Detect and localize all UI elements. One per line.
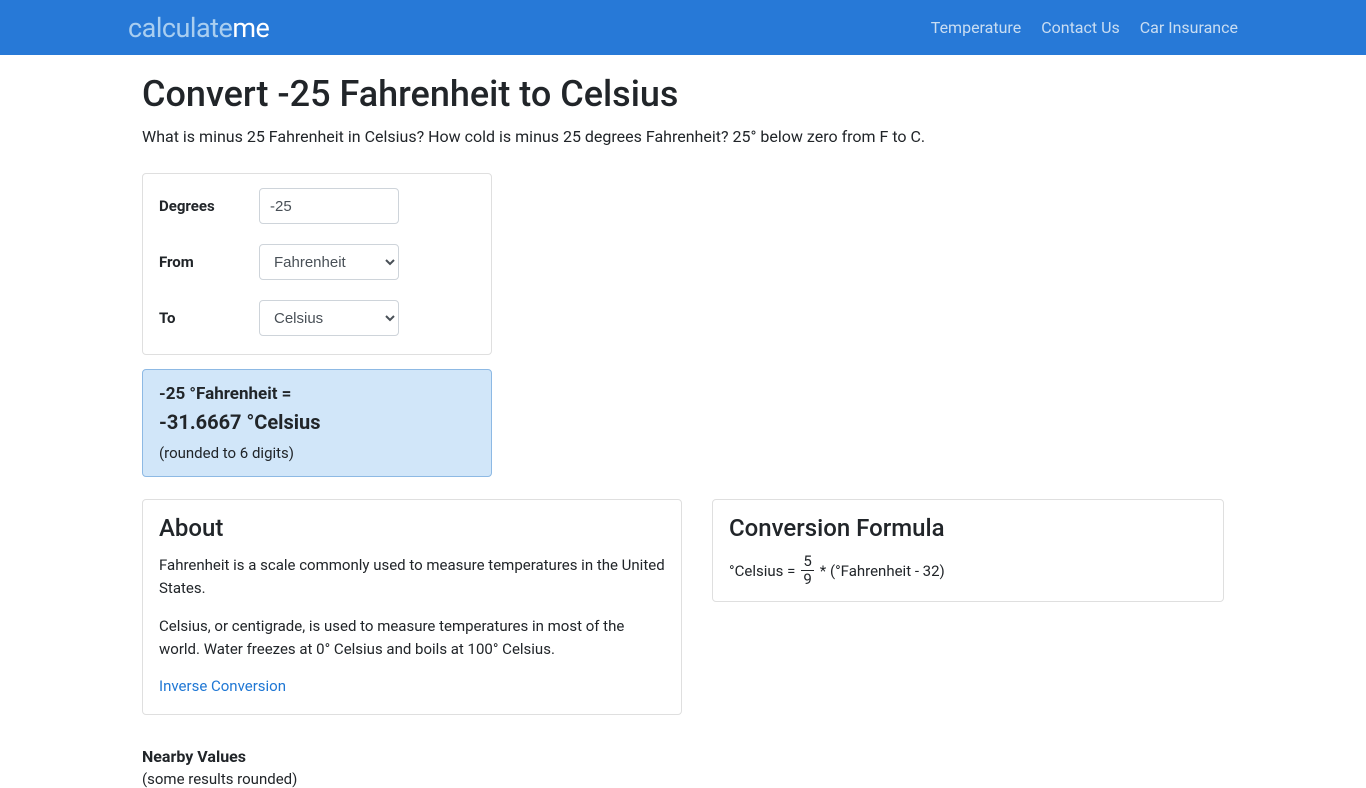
brand-part2: me — [232, 12, 269, 44]
from-label: From — [159, 253, 259, 271]
navbar: calculateme Temperature Contact Us Car I… — [0, 0, 1366, 55]
result-rounded-note: (rounded to 6 digits) — [159, 444, 475, 462]
nav-links: Temperature Contact Us Car Insurance — [931, 18, 1238, 37]
formula-heading: Conversion Formula — [729, 514, 1207, 542]
converter-card: Degrees From Fahrenheit To Celsius — [142, 173, 492, 355]
nearby-values-sub: (some results rounded) — [142, 770, 1224, 788]
nav-contact[interactable]: Contact Us — [1041, 18, 1120, 37]
formula-card: Conversion Formula °Celsius = 5 9 * (°Fa… — [712, 499, 1224, 602]
formula-expression: °Celsius = 5 9 * (°Fahrenheit - 32) — [729, 554, 1207, 587]
formula-lhs: °Celsius = — [729, 562, 795, 580]
formula-numerator: 5 — [801, 554, 813, 571]
result-box: -25 °Fahrenheit = -31.6667 °Celsius (rou… — [142, 369, 492, 477]
page-title: Convert -25 Fahrenheit to Celsius — [142, 73, 1224, 115]
degrees-input[interactable] — [259, 188, 399, 224]
result-input-line: -25 °Fahrenheit = — [159, 384, 475, 404]
brand-logo[interactable]: calculateme — [128, 12, 269, 44]
formula-denominator: 9 — [803, 571, 811, 587]
about-celsius-text: Celsius, or centigrade, is used to measu… — [159, 615, 665, 662]
about-card: About Fahrenheit is a scale commonly use… — [142, 499, 682, 715]
formula-fraction: 5 9 — [801, 554, 813, 587]
to-select[interactable]: Celsius — [259, 300, 399, 336]
inverse-conversion-link[interactable]: Inverse Conversion — [159, 677, 286, 695]
page-lead: What is minus 25 Fahrenheit in Celsius? … — [142, 125, 1224, 149]
about-heading: About — [159, 514, 665, 542]
about-fahrenheit-text: Fahrenheit is a scale commonly used to m… — [159, 554, 665, 601]
nav-temperature[interactable]: Temperature — [931, 18, 1021, 37]
nav-insurance[interactable]: Car Insurance — [1140, 18, 1238, 37]
degrees-label: Degrees — [159, 197, 259, 215]
result-output-line: -31.6667 °Celsius — [159, 410, 475, 434]
nearby-values-title: Nearby Values — [142, 747, 1224, 766]
to-label: To — [159, 309, 259, 327]
formula-rhs: * (°Fahrenheit - 32) — [820, 562, 945, 580]
brand-part1: calculate — [128, 12, 232, 44]
from-select[interactable]: Fahrenheit — [259, 244, 399, 280]
